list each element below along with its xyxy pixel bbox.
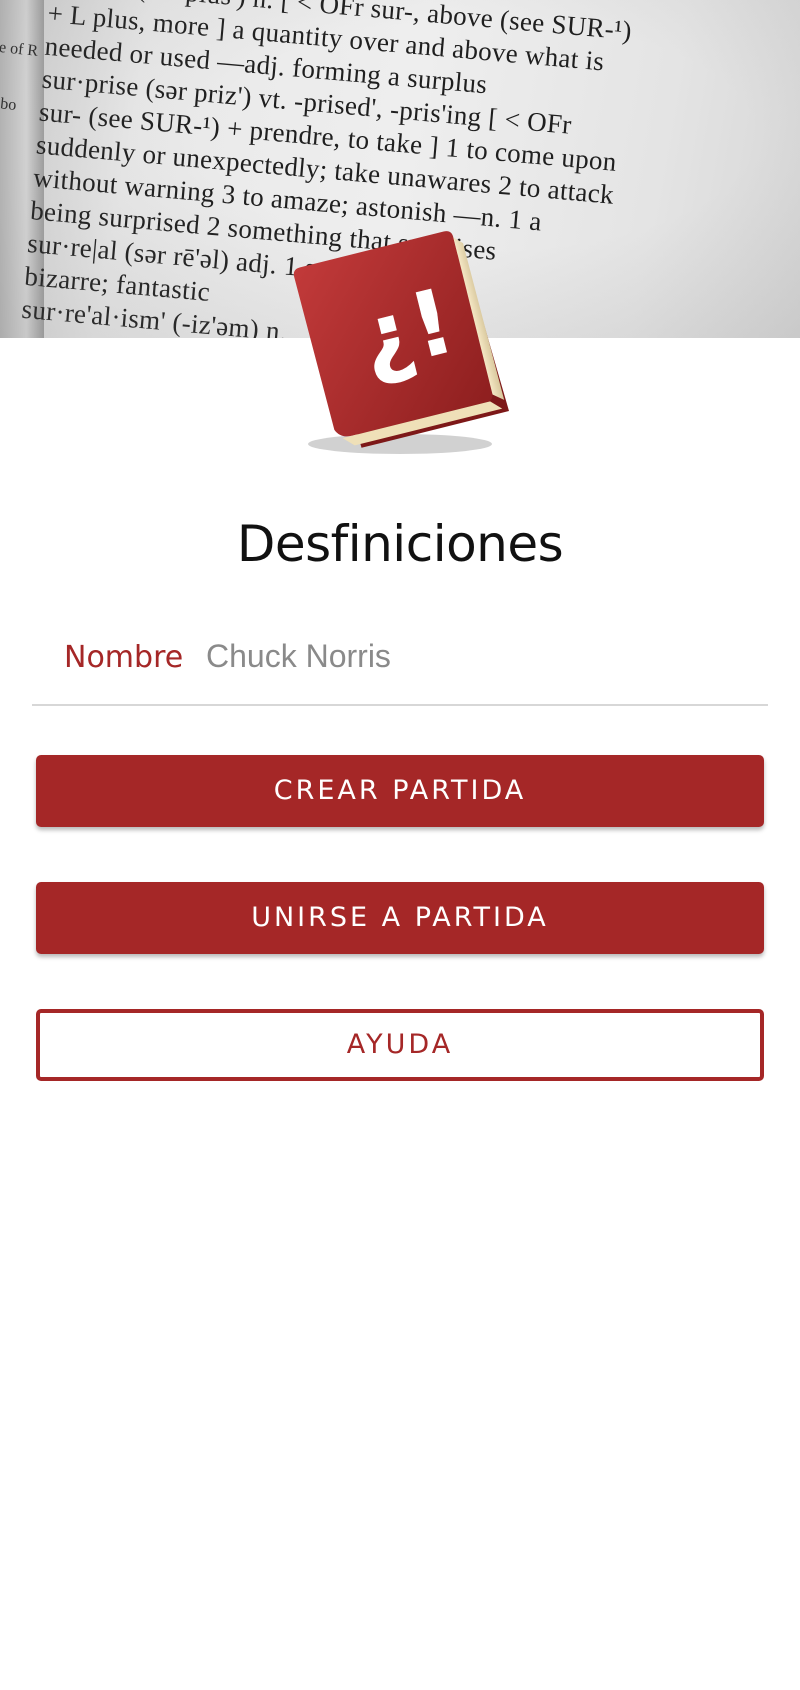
join-game-button[interactable]: UNIRSE A PARTIDA — [36, 882, 764, 954]
name-field: Nombre — [32, 620, 768, 706]
name-label: Nombre — [64, 640, 184, 675]
app-title: Desfiniciones — [236, 515, 564, 573]
spine-text: e of R abo — [0, 38, 39, 114]
book-logo-icon: ¿! — [293, 231, 510, 454]
create-game-button[interactable]: CREAR PARTIDA — [36, 755, 764, 827]
help-button[interactable]: AYUDA — [36, 1009, 764, 1081]
name-input[interactable] — [192, 632, 766, 680]
